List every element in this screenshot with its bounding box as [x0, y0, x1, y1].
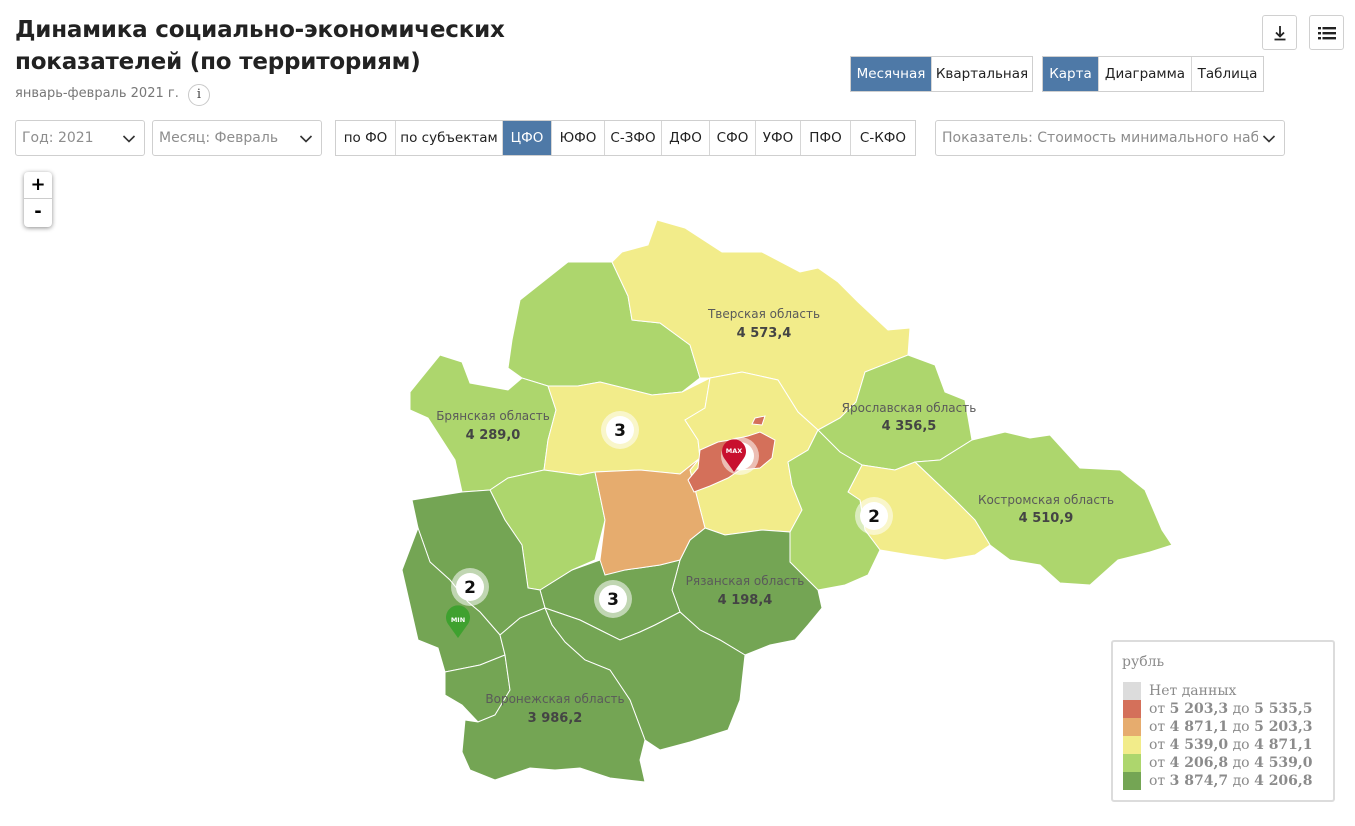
region-label: Брянская область [436, 409, 550, 423]
svg-text:3: 3 [607, 590, 619, 610]
legend-swatch [1123, 736, 1141, 754]
region-value: 4 573,4 [737, 326, 792, 341]
zoom-in-button[interactable]: + [24, 172, 52, 199]
legend-swatch [1123, 700, 1141, 718]
zoom-out-button[interactable]: - [24, 199, 52, 226]
region-label: Рязанская область [686, 574, 805, 588]
legend-row: от 4 871,1 до 5 203,3 [1123, 718, 1313, 736]
legend-to-word: до [1232, 773, 1250, 789]
legend-row: от 4 206,8 до 4 539,0 [1123, 754, 1313, 772]
svg-text:2: 2 [868, 507, 880, 527]
legend-from-value: 3 874,7 [1169, 773, 1229, 789]
legend-to-value: 4 206,8 [1254, 773, 1313, 789]
region-value: 4 510,9 [1019, 511, 1074, 526]
region-label: Воронежская область [485, 692, 624, 706]
cluster-marker[interactable]: 3 [594, 580, 632, 618]
zoom-control: + - [24, 172, 52, 227]
legend-from-value: 4 539,0 [1169, 737, 1229, 753]
svg-text:MIN: MIN [451, 616, 465, 624]
legend-unit: рубль [1122, 654, 1165, 670]
cluster-marker[interactable]: 2 [855, 497, 893, 535]
map-legend: рубль Нет данных от 5 203,3 до 5 535,5 о… [1111, 640, 1335, 802]
svg-text:MAX: MAX [726, 447, 743, 455]
region-value: 3 986,2 [528, 711, 583, 726]
region-label: Ярославская область [842, 401, 977, 415]
legend-from-value: 5 203,3 [1169, 701, 1229, 717]
region-value: 4 289,0 [466, 428, 521, 443]
legend-to-word: до [1232, 737, 1250, 753]
svg-text:3: 3 [614, 421, 626, 441]
region-label: Тверская область [707, 307, 820, 321]
region-value: 4 356,5 [882, 419, 937, 434]
legend-to-value: 4 539,0 [1254, 755, 1313, 771]
legend-to-value: 4 871,1 [1254, 737, 1313, 753]
legend-from-word: от [1149, 719, 1166, 735]
legend-to-word: до [1232, 719, 1250, 735]
legend-swatch [1123, 718, 1141, 736]
legend-from-word: от [1149, 701, 1166, 717]
legend-no-data-label: Нет данных [1149, 683, 1237, 699]
legend-swatch [1123, 772, 1141, 790]
legend-from-word: от [1149, 737, 1166, 753]
legend-to-value: 5 203,3 [1254, 719, 1313, 735]
legend-row-no-data: Нет данных [1123, 682, 1236, 700]
svg-text:2: 2 [464, 578, 476, 598]
region-value: 4 198,4 [718, 593, 773, 608]
legend-from-word: от [1149, 755, 1166, 771]
legend-row: от 5 203,3 до 5 535,5 [1123, 700, 1313, 718]
legend-from-value: 4 871,1 [1169, 719, 1229, 735]
legend-to-word: до [1232, 755, 1250, 771]
legend-from-word: от [1149, 773, 1166, 789]
legend-to-word: до [1232, 701, 1250, 717]
cluster-marker[interactable]: 2 [451, 568, 489, 606]
cluster-marker[interactable]: 3 [601, 411, 639, 449]
legend-swatch [1123, 754, 1141, 772]
legend-row: от 4 539,0 до 4 871,1 [1123, 736, 1313, 754]
legend-to-value: 5 535,5 [1254, 701, 1313, 717]
region-label: Костромская область [978, 493, 1114, 507]
legend-swatch [1123, 682, 1141, 700]
legend-row: от 3 874,7 до 4 206,8 [1123, 772, 1313, 790]
legend-from-value: 4 206,8 [1169, 755, 1229, 771]
